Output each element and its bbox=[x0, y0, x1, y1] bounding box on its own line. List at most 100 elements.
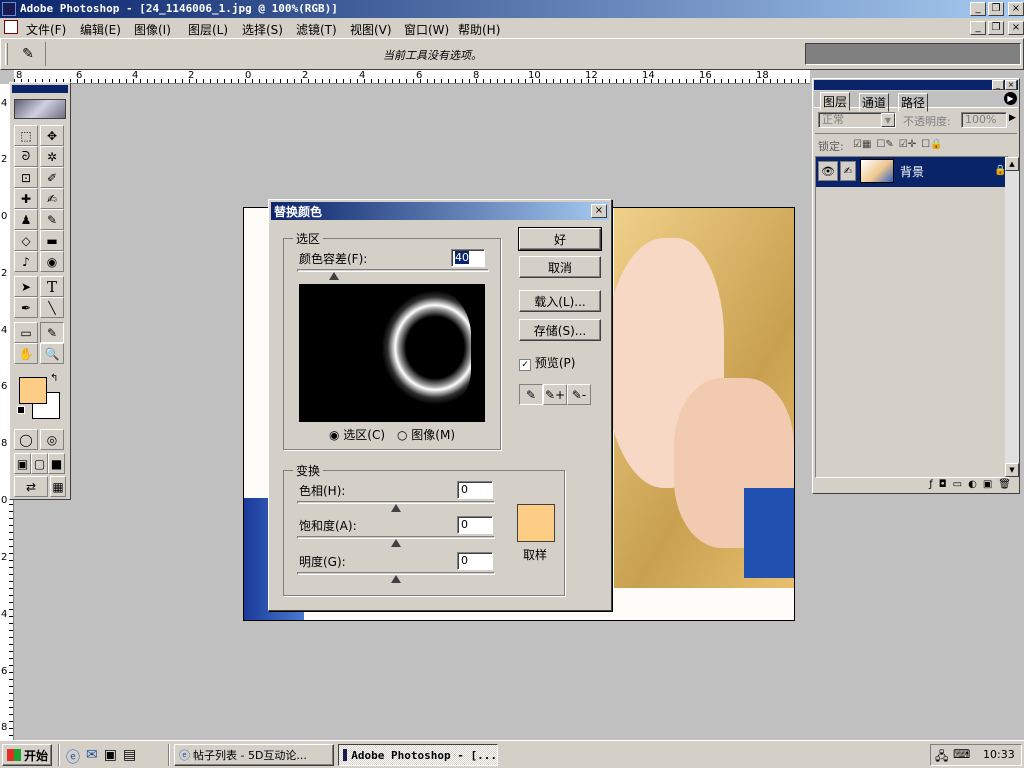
saturation-input[interactable]: 0 bbox=[457, 516, 493, 534]
standard-mode-icon[interactable]: ◯ bbox=[14, 429, 38, 450]
palette-menu-arrow-icon[interactable]: ▶ bbox=[1004, 92, 1017, 105]
cancel-button[interactable]: 取消 bbox=[519, 256, 601, 278]
dialog-titlebar[interactable]: 替换颜色 × bbox=[271, 202, 609, 220]
eyedropper-tool-icon[interactable]: ✎ bbox=[40, 322, 64, 343]
doc-minimize-button[interactable]: _ bbox=[970, 21, 986, 35]
menu-view[interactable]: 视图(V) bbox=[350, 21, 392, 38]
jump-to-imageready-icon[interactable]: ⇄ bbox=[14, 476, 48, 497]
chevron-down-icon[interactable]: ▼ bbox=[881, 113, 895, 127]
quick-mask-mode-icon[interactable]: ◎ bbox=[40, 429, 64, 450]
tab-paths[interactable]: 路径 bbox=[898, 93, 929, 112]
menu-edit[interactable]: 编辑(E) bbox=[80, 21, 121, 38]
ie-icon[interactable]: ⓔ bbox=[66, 747, 80, 767]
saturation-slider-thumb[interactable] bbox=[391, 539, 401, 547]
new-set-icon[interactable]: ▭ bbox=[953, 479, 962, 493]
eyedropper-tool-preset-icon[interactable]: ✎ bbox=[15, 43, 41, 65]
trash-icon[interactable]: 🗑 bbox=[998, 479, 1011, 493]
magic-wand-tool-icon[interactable]: ✲ bbox=[40, 146, 64, 167]
lock-image-checkbox[interactable]: ☐✎ bbox=[876, 139, 893, 150]
slice-tool-icon[interactable]: ✐ bbox=[40, 167, 64, 188]
fuzziness-slider-track[interactable] bbox=[297, 269, 489, 272]
palette-close-button[interactable]: × bbox=[1005, 80, 1017, 90]
ok-button[interactable]: 好 bbox=[518, 227, 602, 251]
path-select-tool-icon[interactable]: ➤ bbox=[14, 276, 38, 297]
line-tool-icon[interactable]: ╲ bbox=[40, 297, 64, 318]
save-button[interactable]: 存储(S)... bbox=[519, 319, 601, 341]
eraser-tool-icon[interactable]: ◇ bbox=[14, 230, 38, 251]
eyedropper-minus-icon[interactable]: ✎- bbox=[567, 384, 591, 405]
healing-brush-icon[interactable]: ✚ bbox=[14, 188, 38, 209]
imageready-icon[interactable]: ▦ bbox=[50, 476, 66, 497]
brush-link-icon[interactable]: ✍ bbox=[840, 161, 856, 181]
history-brush-icon[interactable]: ✎ bbox=[40, 209, 64, 230]
doc-close-button[interactable]: × bbox=[1008, 21, 1024, 35]
menu-layer[interactable]: 图层(L) bbox=[188, 21, 228, 38]
type-tool-icon[interactable]: T bbox=[40, 276, 64, 297]
lightness-slider-thumb[interactable] bbox=[391, 575, 401, 583]
doc-maximize-button[interactable]: ❐ bbox=[988, 21, 1004, 35]
toolbox-logo[interactable] bbox=[14, 99, 66, 119]
menu-window[interactable]: 窗口(W) bbox=[404, 21, 449, 38]
start-button[interactable]: 开始 bbox=[2, 744, 52, 766]
eyedropper-icon[interactable]: ✎ bbox=[519, 384, 543, 405]
gradient-tool-icon[interactable]: ▬ bbox=[40, 230, 64, 251]
menu-file[interactable]: 文件(F) bbox=[26, 21, 66, 38]
lock-all-checkbox[interactable]: ☐🔒 bbox=[921, 139, 942, 150]
taskbar-item-forum[interactable]: ⓔ 帖子列表 - 5D互动论... bbox=[174, 744, 334, 766]
palette-minimize-button[interactable]: _ bbox=[992, 80, 1004, 90]
hue-input[interactable]: 0 bbox=[457, 481, 493, 499]
show-desktop-icon[interactable]: ▣ bbox=[104, 747, 117, 767]
screen-mode-full-icon[interactable]: ■ bbox=[48, 453, 65, 474]
lasso-tool-icon[interactable]: ᘐ bbox=[14, 146, 38, 167]
radio-image[interactable]: ○ 图像(M) bbox=[397, 426, 455, 443]
move-tool-icon[interactable]: ✥ bbox=[40, 125, 64, 146]
input-method-icon[interactable]: ⌨ bbox=[953, 747, 970, 761]
opacity-arrow-icon[interactable]: ▶ bbox=[1009, 113, 1016, 123]
blur-tool-icon[interactable]: ♪ bbox=[14, 251, 38, 272]
fuzziness-input[interactable]: 40 bbox=[451, 249, 485, 267]
tab-channels[interactable]: 通道 bbox=[859, 93, 890, 112]
menu-select[interactable]: 选择(S) bbox=[242, 21, 283, 38]
screen-mode-menu-icon[interactable]: ▢ bbox=[31, 453, 48, 474]
fuzziness-slider-thumb[interactable] bbox=[329, 272, 339, 280]
zoom-tool-icon[interactable]: 🔍 bbox=[40, 343, 64, 364]
lock-position-checkbox[interactable]: ☑✛ bbox=[899, 139, 916, 150]
layers-palette-titlebar[interactable]: _ × bbox=[814, 80, 1018, 90]
marquee-tool-icon[interactable]: ⬚ bbox=[14, 125, 38, 146]
menu-image[interactable]: 图像(I) bbox=[134, 21, 171, 38]
channel-icon[interactable]: ▤ bbox=[123, 747, 136, 767]
swap-colors-icon[interactable]: ↰ bbox=[50, 373, 58, 384]
network-icon[interactable]: 🖧 bbox=[935, 747, 948, 768]
lightness-input[interactable]: 0 bbox=[457, 552, 493, 570]
close-button[interactable]: × bbox=[1008, 2, 1024, 16]
notes-tool-icon[interactable]: ▭ bbox=[14, 322, 38, 343]
screen-mode-standard-icon[interactable]: ▣ bbox=[14, 453, 31, 474]
new-layer-icon[interactable]: ▣ bbox=[983, 479, 992, 493]
hand-tool-icon[interactable]: ✋ bbox=[14, 343, 38, 364]
default-colors-icon[interactable] bbox=[17, 406, 25, 414]
document-icon[interactable] bbox=[4, 20, 18, 34]
lock-transparency-checkbox[interactable]: ☑▦ bbox=[853, 139, 871, 150]
foreground-color-swatch[interactable] bbox=[19, 377, 47, 404]
taskbar-item-photoshop[interactable]: Adobe Photoshop - [... bbox=[338, 744, 498, 766]
clone-stamp-icon[interactable]: ♟ bbox=[14, 209, 38, 230]
menu-filter[interactable]: 滤镜(T) bbox=[296, 21, 337, 38]
eyedropper-plus-icon[interactable]: ✎+ bbox=[543, 384, 567, 405]
sample-color-swatch[interactable] bbox=[517, 504, 555, 542]
outlook-icon[interactable]: ✉ bbox=[86, 747, 98, 767]
dodge-tool-icon[interactable]: ◉ bbox=[40, 251, 64, 272]
toolbox-title[interactable] bbox=[12, 85, 68, 93]
load-button[interactable]: 载入(L)... bbox=[519, 290, 601, 312]
hue-slider-thumb[interactable] bbox=[391, 504, 401, 512]
layer-row-background[interactable]: 👁 ✍ 背景 🔒 bbox=[816, 157, 1008, 187]
eye-icon[interactable]: 👁 bbox=[818, 161, 838, 181]
palette-well[interactable] bbox=[805, 43, 1021, 65]
radio-selection[interactable]: ◉ 选区(C) bbox=[329, 426, 385, 443]
tab-layers[interactable]: 图层 bbox=[820, 92, 851, 111]
layers-scrollbar[interactable]: ▲ ▼ bbox=[1005, 157, 1019, 477]
pen-tool-icon[interactable]: ✒ bbox=[14, 297, 38, 318]
blend-mode-select[interactable]: 正常 ▼ bbox=[818, 112, 896, 128]
preview-checkbox[interactable]: ✓ 预览(P) bbox=[519, 354, 575, 371]
crop-tool-icon[interactable]: ⊡ bbox=[14, 167, 38, 188]
maximize-button[interactable]: ❐ bbox=[988, 2, 1004, 16]
